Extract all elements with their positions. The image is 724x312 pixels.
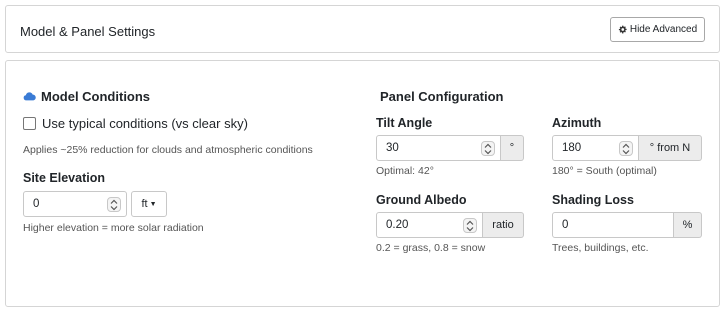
shading-loss-label: Shading Loss <box>552 193 634 207</box>
tilt-angle-help: Optimal: 42° <box>376 165 434 177</box>
ground-albedo-help: 0.2 = grass, 0.8 = snow <box>376 242 486 254</box>
site-elevation-help: Higher elevation = more solar radiation <box>23 222 204 234</box>
shading-loss-unit: % <box>674 212 702 238</box>
gear-icon <box>618 25 627 34</box>
settings-header: Model & Panel Settings Hide Advanced <box>5 5 720 53</box>
azimuth-unit: ° from N <box>639 135 702 161</box>
caret-down-icon: ▼ <box>149 200 157 208</box>
model-conditions-heading: Model Conditions <box>23 89 150 104</box>
azimuth-input[interactable]: 180 <box>552 135 639 161</box>
spinner-arrows-icon <box>466 220 474 231</box>
page-title: Model & Panel Settings <box>20 24 156 39</box>
azimuth-value: 180 <box>562 142 582 154</box>
typical-conditions-checkbox[interactable] <box>23 117 36 130</box>
site-elevation-value: 0 <box>33 198 40 210</box>
cloud-icon <box>23 92 36 101</box>
tilt-angle-unit: ° <box>501 135 524 161</box>
ground-albedo-input[interactable]: 0.20 <box>376 212 483 238</box>
spinner-arrows-icon <box>110 199 118 210</box>
tilt-angle-value: 30 <box>386 142 399 154</box>
typical-conditions-option[interactable]: Use typical conditions (vs clear sky) <box>23 116 248 131</box>
tilt-angle-label: Tilt Angle <box>376 116 433 130</box>
elevation-unit-value: ft <box>141 198 148 210</box>
spinner-arrows-icon <box>484 143 492 154</box>
site-elevation-group: 0 ft ▼ <box>23 191 167 217</box>
typical-conditions-label: Use typical conditions (vs clear sky) <box>42 116 248 131</box>
panel-configuration-title: Panel Configuration <box>380 89 504 104</box>
azimuth-spinner[interactable] <box>619 141 633 156</box>
shading-loss-group: 0 % <box>552 212 702 238</box>
ground-albedo-unit: ratio <box>483 212 524 238</box>
site-elevation-spinner[interactable] <box>107 197 121 212</box>
tilt-angle-input[interactable]: 30 <box>376 135 501 161</box>
azimuth-label: Azimuth <box>552 116 602 130</box>
settings-body: Model Conditions Use typical conditions … <box>5 60 720 307</box>
shading-loss-value: 0 <box>562 219 569 231</box>
ground-albedo-group: 0.20 ratio <box>376 212 524 238</box>
site-elevation-label: Site Elevation <box>23 171 105 185</box>
ground-albedo-spinner[interactable] <box>463 218 477 233</box>
azimuth-help: 180° = South (optimal) <box>552 165 657 177</box>
shading-loss-help: Trees, buildings, etc. <box>552 242 649 254</box>
spinner-arrows-icon <box>622 143 630 154</box>
tilt-angle-group: 30 ° <box>376 135 524 161</box>
hide-advanced-label: Hide Advanced <box>629 24 698 35</box>
azimuth-group: 180 ° from N <box>552 135 702 161</box>
shading-loss-input[interactable]: 0 <box>552 212 674 238</box>
hide-advanced-button[interactable]: Hide Advanced <box>610 17 705 42</box>
ground-albedo-value: 0.20 <box>386 219 409 231</box>
tilt-angle-spinner[interactable] <box>481 141 495 156</box>
elevation-unit-select[interactable]: ft ▼ <box>131 191 167 217</box>
ground-albedo-label: Ground Albedo <box>376 193 467 207</box>
site-elevation-input[interactable]: 0 <box>23 191 127 217</box>
typical-conditions-help: Applies ~25% reduction for clouds and at… <box>23 144 313 156</box>
model-conditions-title: Model Conditions <box>41 89 151 104</box>
